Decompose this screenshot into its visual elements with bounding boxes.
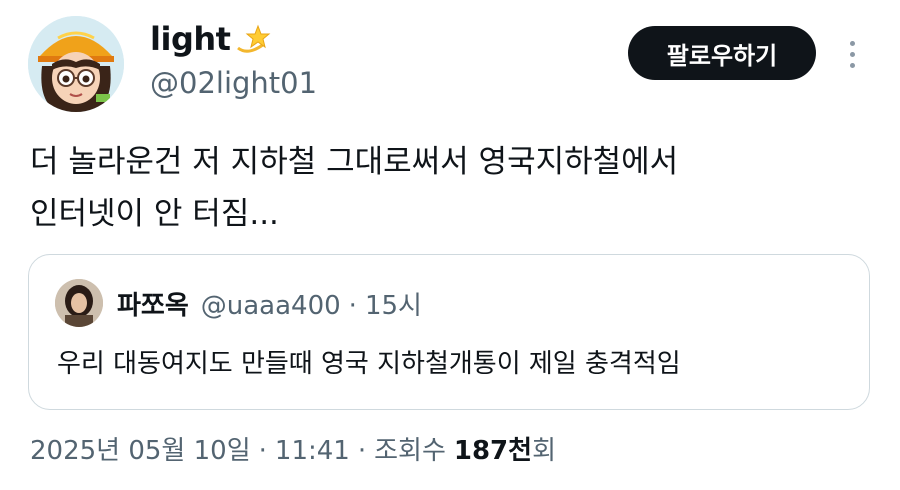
tweet-text: 더 놀라운건 저 지하철 그대로써서 영국지하철에서 인터넷이 안 터짐... [30,136,870,240]
tweet-time[interactable]: 11:41 [275,436,350,466]
separator-dot: · [348,291,357,321]
quoted-tweet-time[interactable]: 15시 [365,285,422,322]
quoted-tweet-header: 파쪼옥 @uaaa400 · 15시 [117,285,422,322]
author-avatar[interactable] [28,16,124,112]
author-display-name[interactable]: light [150,20,231,58]
tweet-date[interactable]: 2025년 05월 10일 [30,430,251,467]
tweet-text-line: 인터넷이 안 터짐... [30,196,279,232]
separator-dot: · [258,436,267,466]
more-dot [849,51,855,57]
views-suffix: 회 [532,436,556,466]
quoted-author-handle[interactable]: @uaaa400 [201,291,341,321]
views-count: 187천 [453,436,533,466]
avatar-illustration [28,16,124,112]
author-handle[interactable]: @02light01 [150,66,317,100]
separator-dot: · [357,436,367,466]
quoted-tweet-card[interactable]: 파쪼옥 @uaaa400 · 15시 우리 대동여지도 만들때 영국 지하철개통… [28,254,870,410]
dizzy-star-icon [234,22,272,56]
more-options-icon[interactable] [838,34,866,74]
quoted-avatar-photo [55,279,103,327]
tweet-meta: 2025년 05월 10일 · 11:41 · 조회수 187천 회 [30,430,556,467]
quoted-author-name[interactable]: 파쪼옥 [117,285,189,322]
follow-button[interactable]: 팔로우하기 [628,26,816,80]
author-name-row: light [150,20,272,58]
quoted-author-avatar[interactable] [55,279,103,327]
views-label: 조회수 [374,436,446,466]
quoted-tweet-text: 우리 대동여지도 만들때 영국 지하철개통이 제일 충격적임 [57,349,681,379]
more-dot [849,62,855,68]
more-dot [849,40,855,46]
tweet-text-line: 더 놀라운건 저 지하철 그대로써서 영국지하철에서 [30,144,679,180]
